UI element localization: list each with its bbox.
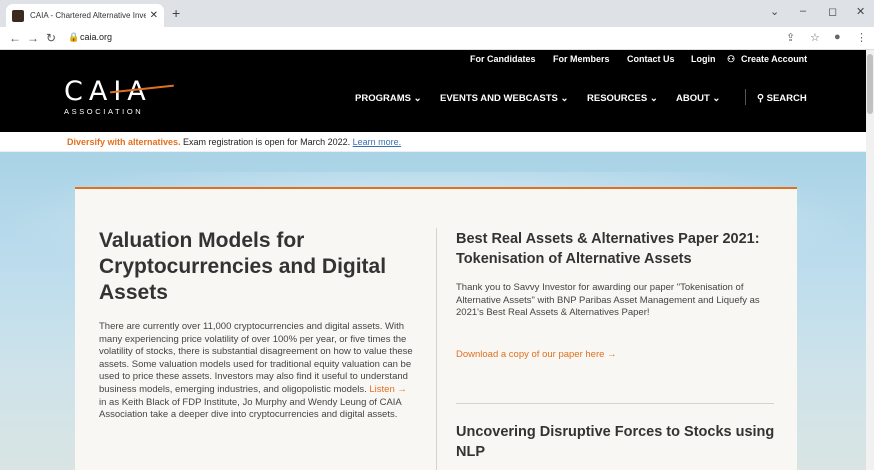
search-button[interactable]: ⚲ SEARCH [757,93,807,104]
search-icon: ⚲ [757,93,767,104]
feature-title: Valuation Models for Cryptocurrencies an… [99,229,387,304]
feature-body: There are currently over 11,000 cryptocu… [99,321,415,422]
announcement-text: Diversify with alternatives. Exam regist… [67,137,401,147]
favicon-icon [12,9,24,22]
logo-subtitle: ASSOCIATION [64,107,144,116]
search-label: SEARCH [766,93,807,104]
nav-events-and-webcasts[interactable]: EVENTS AND WEBCASTS ⌄ [440,93,568,104]
utility-link-contact[interactable]: Contact Us [627,54,675,64]
tab-close-icon[interactable]: ✕ [150,10,158,21]
side-article-title[interactable]: Best Real Assets & Alternatives Paper 20… [456,229,776,269]
announcement-bar: Diversify with alternatives. Exam regist… [0,132,866,152]
nav-divider [745,89,746,105]
nav-resources[interactable]: RESOURCES ⌄ [587,93,658,104]
tab-title: CAIA - Chartered Alternative Inve [30,11,146,20]
utility-link-candidates[interactable]: For Candidates [470,54,536,64]
side-article-2-title[interactable]: Uncovering Disruptive Forces to Stocks u… [456,422,776,462]
row-divider [456,403,774,404]
browser-menu-icon[interactable]: ⋮ [856,31,867,44]
maximize-button[interactable]: ◻ [828,5,837,18]
tab-search-icon[interactable]: ⌄ [770,5,779,18]
user-add-icon: ⚇ [727,54,736,64]
nav-programs[interactable]: PROGRAMS ⌄ [355,93,422,104]
listen-link[interactable]: Listen → [369,384,407,395]
lock-icon[interactable]: 🔒 [68,32,79,43]
browser-tab[interactable]: CAIA - Chartered Alternative Inve ✕ [6,4,164,27]
new-tab-button[interactable]: + [172,5,180,21]
utility-link-create-account[interactable]: Create Account [741,54,807,64]
share-icon[interactable]: ⇪ [786,31,795,44]
back-arrow-icon[interactable]: ← [9,31,21,45]
url-field[interactable]: caia.org [80,32,112,42]
feature-body-text: There are currently over 11,000 cryptocu… [99,321,413,395]
announcement-highlight: Diversify with alternatives. [67,137,181,147]
profile-avatar-icon[interactable]: ● [834,31,841,43]
bookmark-star-icon[interactable]: ☆ [810,31,820,44]
browser-tab-strip: CAIA - Chartered Alternative Inve ✕ + ⌄ … [0,0,874,27]
nav-about[interactable]: ABOUT ⌄ [676,93,720,104]
scrollbar-thumb[interactable] [867,54,873,114]
page-scrollbar[interactable] [866,50,874,470]
side-article-body: Thank you to Savvy Investor for awarding… [456,282,760,319]
utility-link-login[interactable]: Login [691,54,716,64]
download-paper-link[interactable]: Download a copy of our paper here → [456,349,617,360]
column-divider [436,228,437,470]
minimize-button[interactable]: – [800,5,806,17]
feature-body-text-continued: in as Keith Black of FDP Institute, Jo M… [99,396,402,421]
forward-arrow-icon[interactable]: → [27,31,39,45]
address-bar: ← → ↻ 🔒 caia.org ⇪ ☆ ● ⋮ [0,27,874,50]
learn-more-link[interactable]: Learn more. [353,137,402,147]
reload-icon[interactable]: ↻ [46,31,56,45]
logo-mark: CAIA [64,76,152,107]
utility-link-members[interactable]: For Members [553,54,610,64]
caia-logo[interactable]: CAIA ASSOCIATION [64,76,174,116]
close-window-button[interactable]: ✕ [856,5,865,18]
announcement-body: Exam registration is open for March 2022… [180,137,353,147]
